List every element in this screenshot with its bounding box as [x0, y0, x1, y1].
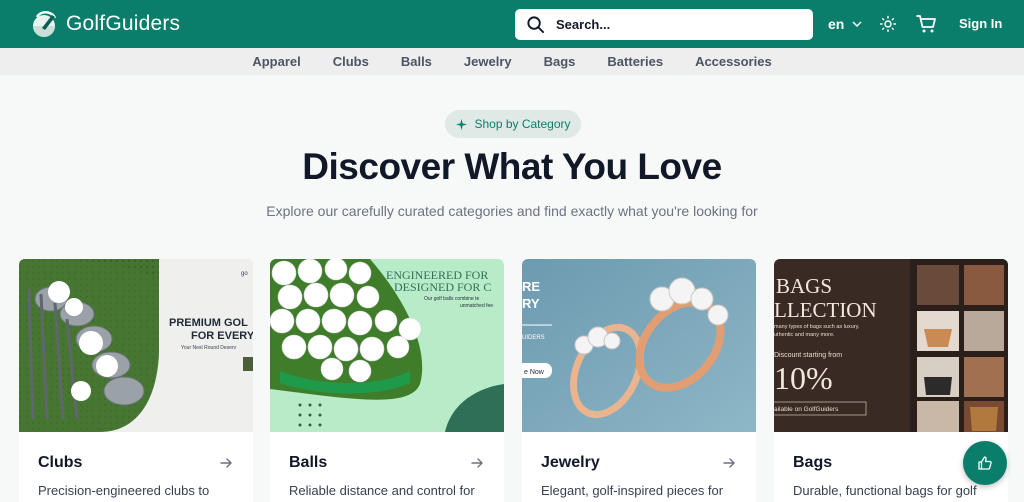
jewelry-banner-line1: RE	[522, 279, 540, 294]
jewelry-banner-line2: RY	[522, 296, 540, 311]
top-header: GolfGuiders en Sign In	[0, 0, 1024, 48]
balls-banner-line4: unmatched fee	[460, 303, 493, 309]
card-title: Balls	[289, 454, 328, 471]
card-description: Elegant, golf-inspired pieces for	[541, 483, 724, 498]
clubs-image: PREMIUM GOL FOR EVERY Your Next Round De…	[19, 259, 253, 432]
bags-banner-line4: uthentic and many more.	[774, 332, 835, 338]
clubs-banner-line1: PREMIUM GOL	[169, 317, 248, 329]
arrow-right-icon[interactable]	[470, 456, 484, 470]
shop-by-category-badge: Shop by Category	[445, 110, 581, 138]
category-card-balls[interactable]: ENGINEERED FOR DESIGNED FOR C Our golf b…	[270, 259, 504, 502]
nav-item-bags[interactable]: Bags	[544, 54, 576, 69]
page-subtitle: Explore our carefully curated categories…	[266, 203, 758, 219]
balls-banner-line2: DESIGNED FOR C	[394, 280, 491, 294]
category-card-clubs[interactable]: PREMIUM GOL FOR EVERY Your Next Round De…	[19, 259, 253, 502]
bags-banner-line6: 10%	[774, 360, 833, 396]
clubs-banner-corner: go	[241, 271, 248, 277]
category-nav: Apparel Clubs Balls Jewelry Bags Batteri…	[0, 48, 1024, 75]
nav-item-accessories[interactable]: Accessories	[695, 54, 772, 69]
card-title: Jewelry	[541, 454, 600, 471]
arrow-right-icon[interactable]	[219, 456, 233, 470]
language-selector[interactable]: en	[828, 16, 862, 32]
nav-item-jewelry[interactable]: Jewelry	[464, 54, 512, 69]
bags-banner-line7: ailable on GolfGuiders	[774, 406, 839, 413]
cart-icon[interactable]	[916, 14, 937, 34]
search-icon	[527, 16, 545, 34]
chevron-down-icon	[852, 21, 862, 28]
sun-icon[interactable]	[879, 15, 897, 33]
brand-name: GolfGuiders	[66, 12, 181, 35]
jewelry-banner-line3: UIDERS	[522, 335, 545, 341]
card-title: Clubs	[38, 454, 83, 471]
arrow-right-icon[interactable]	[722, 456, 736, 470]
category-card-jewelry[interactable]: RE RY UIDERS e Now Jewelry Elegant, golf…	[522, 259, 756, 502]
golf-ball-logo-icon	[33, 11, 57, 37]
brand-logo[interactable]: GolfGuiders	[28, 8, 180, 40]
bags-banner-line3: many types of bags such as luxury,	[774, 324, 860, 330]
clubs-banner-line3: Your Next Round Deserv	[181, 345, 237, 351]
jewelry-image: RE RY UIDERS e Now	[522, 259, 756, 432]
balls-banner-line3: Our golf balls combine te	[424, 296, 480, 302]
badge-label: Shop by Category	[474, 117, 571, 131]
thumbs-up-icon	[978, 456, 992, 470]
card-description: Reliable distance and control for	[289, 483, 475, 498]
card-title: Bags	[793, 454, 833, 471]
feedback-button[interactable]	[963, 441, 1007, 485]
nav-item-clubs[interactable]: Clubs	[333, 54, 369, 69]
card-description: Precision-engineered clubs to	[38, 483, 210, 498]
search-input[interactable]	[556, 17, 796, 32]
search-bar[interactable]	[515, 9, 813, 40]
balls-image: ENGINEERED FOR DESIGNED FOR C Our golf b…	[270, 259, 504, 432]
bags-banner-line5: Discount starting from	[774, 352, 842, 359]
bags-banner-line2: LLECTION	[774, 298, 877, 322]
bags-image: BAGS LLECTION many types of bags such as…	[774, 259, 1008, 432]
nav-item-balls[interactable]: Balls	[401, 54, 432, 69]
clubs-banner-line2: FOR EVERY	[191, 330, 253, 342]
page-title: Discover What You Love	[302, 146, 722, 187]
bags-banner-line1: BAGS	[776, 274, 832, 298]
sparkles-icon	[456, 118, 468, 130]
jewelry-banner-line4: e Now	[524, 369, 545, 376]
language-label: en	[828, 16, 845, 32]
nav-item-batteries[interactable]: Batteries	[607, 54, 663, 69]
signin-link[interactable]: Sign In	[959, 16, 1002, 31]
card-description: Durable, functional bags for golf	[793, 483, 977, 498]
nav-item-apparel[interactable]: Apparel	[252, 54, 300, 69]
